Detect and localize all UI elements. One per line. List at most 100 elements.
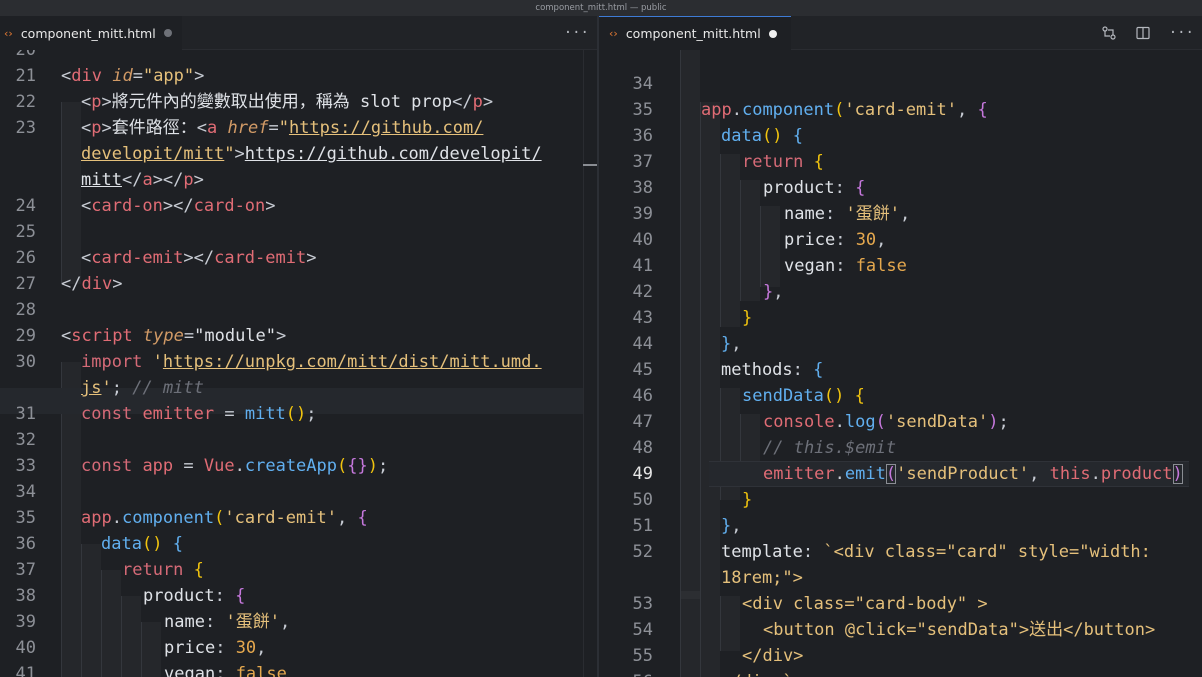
line-number: 34	[15, 482, 36, 502]
code-line: </div>	[742, 646, 804, 666]
line-number: 38	[632, 178, 653, 198]
line-number: 56	[617, 669, 653, 677]
code-line: }	[742, 308, 753, 328]
line-number: 31	[15, 404, 36, 424]
code-line: <card-emit></card-emit>	[81, 248, 317, 268]
line-number: 47	[632, 412, 653, 432]
code-line: </div>`	[721, 669, 793, 677]
code-line: price: 30,	[784, 230, 887, 250]
code-line: js'; // mitt	[81, 378, 204, 398]
code-line: },	[721, 516, 742, 536]
line-number: 30	[15, 352, 36, 372]
code-line: import 'https://unpkg.com/mitt/dist/mitt…	[81, 352, 542, 372]
code-line: <p>將元件內的變數取出使用，稱為 slot prop</p>	[81, 92, 494, 112]
html-file-icon: ‹›	[4, 26, 13, 40]
line-number: 25	[15, 222, 36, 242]
line-number: 54	[632, 620, 653, 640]
code-line: price: 30,	[164, 638, 267, 658]
code-line: sendData() {	[742, 386, 865, 406]
line-number: 41	[15, 664, 36, 677]
line-number: 42	[632, 282, 653, 302]
line-number: 33	[15, 456, 36, 476]
code-line: console.log('sendData');	[763, 412, 1009, 432]
window-title: component_mitt.html — public	[0, 0, 1202, 16]
line-number: 38	[15, 586, 36, 606]
line-number: 26	[15, 248, 36, 268]
code-line: data() {	[101, 534, 183, 554]
code-line: <card-on></card-on>	[81, 196, 276, 216]
line-number-active: 49	[632, 464, 653, 484]
code-line: <div class="card-body" >	[742, 594, 988, 614]
code-editor-right[interactable]: 34 35 app.component('card-emit', { 36 data…	[599, 50, 1202, 677]
unsaved-dot-icon[interactable]	[768, 29, 777, 38]
code-line: app.component('card-emit', {	[81, 508, 368, 528]
line-number: 53	[632, 594, 653, 614]
code-line: methods: {	[721, 360, 824, 380]
code-line: <button @click="sendData">送出</button>	[763, 620, 1156, 640]
line-number: 23	[15, 118, 36, 138]
code-line: vegan: false	[784, 256, 907, 276]
compare-changes-icon[interactable]	[1101, 25, 1117, 41]
more-actions-icon[interactable]: ···	[1169, 25, 1194, 41]
split-editor-icon[interactable]	[1135, 25, 1151, 41]
line-number: 55	[632, 646, 653, 666]
code-line: },	[721, 334, 742, 354]
scrollbar-thumb-left[interactable]	[583, 164, 597, 166]
line-number: 21	[15, 66, 36, 86]
line-number: 40	[15, 638, 36, 658]
line-number: 45	[632, 360, 653, 380]
line-number: 40	[632, 230, 653, 250]
html-file-icon: ‹›	[609, 27, 618, 40]
code-line: product: {	[763, 178, 866, 198]
code-editor-left[interactable]: 20 21 <div id="app"> 22 <p>將元件內的變數取出使用，稱為 …	[0, 50, 597, 677]
line-number: 37	[632, 152, 653, 172]
scrollbar-left[interactable]	[583, 50, 584, 677]
line-number: 52	[632, 542, 653, 562]
code-line: developit/mitt">https://github.com/devel…	[81, 144, 542, 164]
line-number: 35	[632, 100, 653, 120]
tab-bar-left: ‹› component_mitt.html ···	[0, 16, 597, 50]
code-line-active: emitter.emit('sendProduct', this.product…	[763, 464, 1183, 484]
line-number: 39	[15, 612, 36, 632]
line-number: 41	[632, 256, 653, 276]
line-number: 36	[15, 534, 36, 554]
tab-label: component_mitt.html	[20, 25, 156, 41]
more-actions-icon[interactable]: ···	[564, 25, 589, 41]
tab-label: component_mitt.html	[625, 26, 761, 41]
code-line: return {	[122, 560, 204, 580]
code-line: mitt</a></p>	[81, 170, 204, 190]
code-line: template: `<div class="card" style="widt…	[721, 542, 1151, 562]
code-line: // this.$emit	[763, 438, 897, 458]
line-number: 36	[632, 126, 653, 146]
editor-group-right: ‹› component_mitt.html ··· 34 35 app.com…	[599, 16, 1202, 677]
code-line: const emitter = mitt();	[81, 404, 317, 424]
code-line: <div id="app">	[61, 66, 205, 86]
code-line: name: '蛋餅',	[164, 612, 291, 632]
unsaved-dot-icon[interactable]	[163, 29, 172, 37]
line-number: 34	[632, 74, 653, 94]
code-line: vegan: false	[164, 664, 287, 677]
code-line: return {	[742, 152, 824, 172]
line-number: 37	[15, 560, 36, 580]
line-number: 29	[15, 326, 36, 346]
tab-component-mitt-right[interactable]: ‹› component_mitt.html	[599, 16, 791, 50]
line-number: 44	[632, 334, 653, 354]
code-line: },	[763, 282, 784, 302]
line-number: 50	[632, 490, 653, 510]
code-line: name: '蛋餅',	[784, 204, 911, 224]
line-number: 22	[15, 92, 36, 112]
code-line: data() {	[721, 126, 803, 146]
code-line: </div>	[61, 274, 123, 294]
code-line: }	[742, 490, 753, 510]
line-number: 51	[632, 516, 653, 536]
tab-component-mitt-left[interactable]: ‹› component_mitt.html	[0, 16, 182, 50]
editor-group-left: ‹› component_mitt.html ··· 20 21 <div id=…	[0, 16, 597, 677]
line-number: 39	[632, 204, 653, 224]
code-line: <script type="module">	[61, 326, 287, 346]
code-line: <p>套件路徑：<a href="https://github.com/	[81, 118, 484, 138]
code-line: app.component('card-emit', {	[701, 100, 988, 120]
tab-bar-right: ‹› component_mitt.html ···	[599, 16, 1202, 50]
line-number: 24	[15, 196, 36, 216]
line-number: 48	[632, 438, 653, 458]
line-number: 43	[632, 308, 653, 328]
